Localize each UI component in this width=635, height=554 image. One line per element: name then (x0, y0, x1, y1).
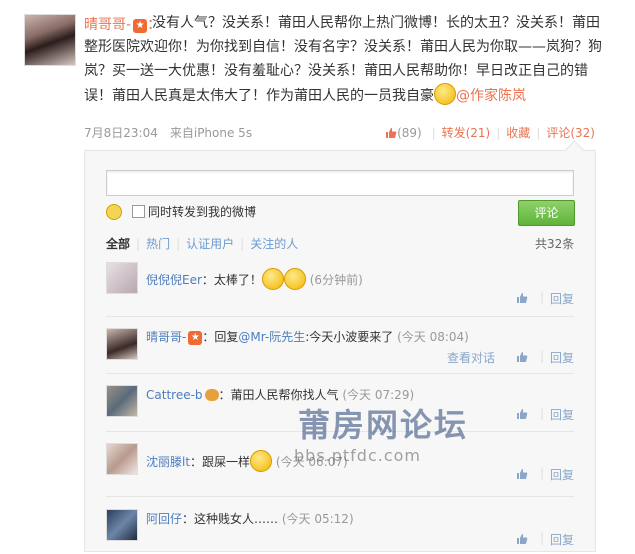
emoji-icon (283, 268, 306, 290)
reply-button[interactable]: 回复 (550, 349, 574, 366)
comment-row: 阿回仔：这种贱女人…… (今天 05:12) (146, 510, 354, 527)
comment-avatar[interactable] (106, 443, 138, 475)
row-divider (106, 373, 574, 374)
action-divider: | (540, 531, 545, 545)
like-icon[interactable] (516, 533, 528, 545)
view-conversation-link[interactable]: 查看对话 (447, 349, 495, 366)
tab-divider: | (240, 237, 245, 251)
comment-row: 倪倪倪Eer：太棒了！ (6分钟前) (146, 268, 363, 290)
repost-action[interactable]: 转发(21) (442, 126, 491, 140)
like-count: (89) (397, 126, 422, 140)
action-divider: | (496, 126, 501, 140)
action-divider: | (431, 126, 436, 140)
vip-badge-icon: ★ (188, 331, 203, 345)
tab-all[interactable]: 全部 (106, 237, 130, 251)
comment-time: (6分钟前) (309, 273, 363, 287)
reply-button[interactable]: 回复 (550, 406, 574, 423)
post-actions: (89) | 转发(21) | 收藏 | 评论(32) (385, 124, 595, 141)
weibo-badge-icon (204, 389, 219, 401)
tab-divider: | (136, 237, 141, 251)
emoji-icon (250, 450, 273, 472)
tab-following[interactable]: 关注的人 (250, 237, 298, 251)
comment-input[interactable] (106, 170, 574, 196)
tab-divider: | (176, 237, 181, 251)
comment-time: (今天 08:04) (397, 330, 469, 344)
reply-button[interactable]: 回复 (550, 466, 574, 483)
like-icon[interactable] (516, 351, 528, 363)
comment-text: ：跟屎一样 (190, 455, 251, 469)
mention-link[interactable]: @Mr-阮先生 (238, 330, 305, 344)
comment-avatar[interactable] (106, 385, 138, 417)
action-divider: | (540, 466, 545, 480)
emoji-icon (434, 83, 456, 105)
comment-row: 晴哥哥- ★ ：回复@Mr-阮先生:今天小波要来了 (今天 08:04) (146, 328, 469, 345)
tab-hot[interactable]: 热门 (146, 237, 170, 251)
comment-avatar[interactable] (106, 328, 138, 360)
post-meta: 7月8日23:04 来自iPhone 5s (84, 124, 252, 141)
thumb-up-icon (386, 128, 397, 138)
post-text: 没有人气？没关系！莆田人民帮你上热门微博！长的太丑？没关系！莆田整形医院欢迎你！… (84, 11, 604, 108)
action-divider: | (540, 290, 545, 304)
row-divider (106, 496, 574, 497)
action-divider: | (540, 349, 545, 363)
action-divider: | (540, 406, 545, 420)
comment-text-2: :今天小波要来了 (305, 330, 394, 344)
collect-action[interactable]: 收藏 (506, 126, 530, 140)
repost-checkbox-label[interactable]: 同时转发到我的微博 (148, 203, 256, 220)
submit-comment-button[interactable]: 评论 (518, 200, 575, 226)
comment-author[interactable]: 晴哥哥- (146, 330, 186, 344)
comment-action[interactable]: 评论(32) (546, 126, 595, 140)
author-avatar[interactable] (24, 14, 76, 66)
comment-author[interactable]: 沈丽滕lt (146, 455, 190, 469)
comment-author[interactable]: 倪倪倪Eer (146, 273, 202, 287)
comment-author[interactable]: Cattree-b (146, 388, 203, 402)
watermark-title: 莆房网论坛 (298, 406, 469, 444)
like-icon[interactable] (516, 292, 528, 304)
action-divider: | (536, 126, 541, 140)
post-author-name[interactable]: 晴哥哥- (84, 17, 131, 33)
row-divider (106, 316, 574, 317)
reply-button[interactable]: 回复 (550, 531, 574, 548)
comment-text: ：回复 (202, 330, 239, 344)
comment-author[interactable]: 阿回仔 (146, 512, 182, 526)
reply-button[interactable]: 回复 (550, 290, 574, 307)
tab-verified[interactable]: 认证用户 (186, 237, 234, 251)
like-icon[interactable] (516, 468, 528, 480)
emoji-icon (261, 268, 284, 290)
comment-text: ：太棒了！ (201, 273, 262, 287)
post-time[interactable]: 7月8日23:04 (84, 126, 158, 140)
like-action[interactable]: (89) (385, 126, 425, 140)
watermark-url: bbs.ptfdc.com (294, 446, 422, 465)
post-author[interactable]: 晴哥哥- ★： (84, 14, 161, 34)
vip-badge-icon: ★ (133, 19, 148, 33)
emoji-picker-icon[interactable] (106, 204, 122, 220)
comment-avatar[interactable] (106, 262, 138, 294)
author-suffix: ： (147, 17, 162, 33)
comment-total: 共32条 (535, 237, 575, 251)
post-source[interactable]: 来自iPhone 5s (170, 126, 252, 140)
comment-avatar[interactable] (106, 509, 138, 541)
like-icon[interactable] (516, 408, 528, 420)
comment-filter-tabs: 全部 | 热门 | 认证用户 | 关注的人 (106, 235, 298, 252)
comment-time: (今天 05:12) (281, 512, 354, 526)
mention-link[interactable]: @作家陈岚 (456, 88, 526, 104)
comment-text: ：这种贱女人…… (182, 512, 279, 526)
repost-checkbox[interactable] (132, 205, 145, 218)
